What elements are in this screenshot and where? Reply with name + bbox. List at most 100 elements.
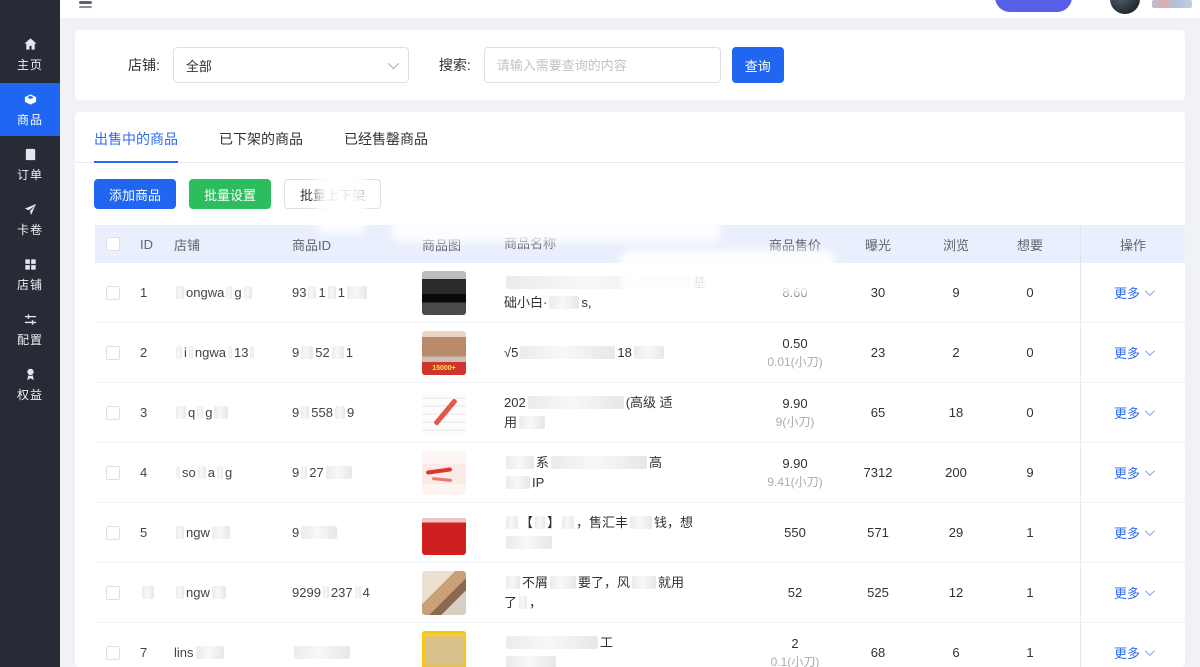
tab-0[interactable]: 出售中的商品 bbox=[94, 112, 178, 162]
table-row: 4soag927系高IP9.909.41(小刀)73122009更多 bbox=[95, 443, 1185, 503]
text-fragment: 9 bbox=[292, 405, 299, 420]
more-dropdown[interactable]: 更多 bbox=[1114, 283, 1152, 302]
more-dropdown[interactable]: 更多 bbox=[1114, 643, 1152, 662]
search-input[interactable] bbox=[484, 47, 721, 83]
row-checkbox[interactable] bbox=[106, 586, 120, 600]
cell-product-name: 工 bbox=[504, 633, 752, 667]
search-label: 搜索: bbox=[439, 55, 471, 75]
row-checkbox[interactable] bbox=[106, 406, 120, 420]
add-product-button[interactable]: 添加商品 bbox=[94, 179, 176, 209]
text-fragment: 3 bbox=[140, 405, 147, 420]
text-fragment: 1 bbox=[140, 285, 147, 300]
more-dropdown[interactable]: 更多 bbox=[1114, 583, 1152, 602]
row-checkbox[interactable] bbox=[106, 646, 120, 660]
sidebar-item-cards[interactable]: 卡卷 bbox=[0, 193, 60, 246]
query-button[interactable]: 查询 bbox=[732, 47, 784, 83]
sidebar-item-rights[interactable]: 权益 bbox=[0, 358, 60, 411]
avatar[interactable] bbox=[1110, 0, 1140, 14]
text-fragment: 237 bbox=[331, 585, 353, 600]
text-fragment: 93 bbox=[292, 285, 306, 300]
product-thumbnail[interactable] bbox=[422, 271, 466, 315]
text-fragment: 27 bbox=[309, 465, 323, 480]
product-thumbnail[interactable]: 15000+ bbox=[422, 331, 466, 375]
batch-set-button[interactable]: 批量设置 bbox=[189, 179, 271, 209]
select-all-checkbox[interactable] bbox=[106, 237, 120, 251]
cell-shop: ingwa13 bbox=[174, 345, 292, 360]
text-fragment: 了 bbox=[504, 595, 517, 610]
batch-updown-button[interactable]: 批量上下架 bbox=[284, 179, 381, 209]
text-fragment: 要了，风 bbox=[578, 575, 630, 590]
shop-select[interactable]: 全部 bbox=[173, 47, 409, 83]
product-thumbnail[interactable] bbox=[422, 511, 466, 555]
table-row: 5ngw9【】，售汇丰钱，想550571291更多 bbox=[95, 503, 1185, 563]
tab-1[interactable]: 已下架的商品 bbox=[219, 112, 303, 162]
product-thumbnail[interactable] bbox=[422, 451, 466, 495]
text-fragment: 【 bbox=[520, 515, 533, 530]
text-fragment: so bbox=[182, 465, 196, 480]
text-fragment: 础小白· bbox=[504, 295, 547, 310]
topbar-primary-button[interactable] bbox=[995, 0, 1072, 12]
redaction-bar bbox=[550, 576, 576, 589]
cell-product-name: 不屑要了，风就用了， bbox=[504, 573, 752, 613]
sidebar-item-shop[interactable]: 店铺 bbox=[0, 248, 60, 301]
cell-exposure: 68 bbox=[838, 645, 918, 660]
text-fragment: (高级 适 bbox=[626, 395, 673, 410]
home-icon bbox=[23, 37, 38, 52]
more-dropdown[interactable]: 更多 bbox=[1114, 523, 1152, 542]
more-dropdown[interactable]: 更多 bbox=[1114, 343, 1152, 362]
header-name: 商品名称 bbox=[504, 234, 752, 254]
hamburger-menu-icon[interactable] bbox=[79, 1, 92, 4]
redaction-bar bbox=[520, 346, 615, 359]
cell-product-name: 202(高级 适用 bbox=[504, 393, 752, 433]
sidebar-item-orders[interactable]: 订单 bbox=[0, 138, 60, 191]
cell-views: 18 bbox=[918, 405, 994, 420]
cell-shop: ongwag bbox=[174, 285, 292, 300]
cell-wants: 9 bbox=[994, 465, 1066, 480]
redaction-bar bbox=[176, 586, 184, 599]
cell-id: 3 bbox=[134, 405, 174, 420]
more-dropdown[interactable]: 更多 bbox=[1114, 463, 1152, 482]
thumbnail-band-text: 15000+ bbox=[422, 362, 466, 375]
product-thumbnail[interactable] bbox=[422, 391, 466, 435]
text-fragment: g bbox=[225, 465, 232, 480]
cell-shop: lins bbox=[174, 645, 292, 660]
cell-shop: soag bbox=[174, 465, 292, 480]
redaction-bar bbox=[198, 466, 206, 479]
sidebar-item-config[interactable]: 配置 bbox=[0, 303, 60, 356]
sidebar-item-home[interactable]: 主页 bbox=[0, 28, 60, 81]
cell-id bbox=[134, 585, 174, 600]
redaction-bar bbox=[519, 596, 527, 609]
redaction-bar bbox=[506, 536, 552, 549]
header-shop: 店铺 bbox=[174, 235, 292, 254]
text-fragment: √5 bbox=[504, 345, 518, 360]
text-fragment: 】 bbox=[547, 515, 560, 530]
more-dropdown[interactable]: 更多 bbox=[1114, 403, 1152, 422]
sidebar-item-goods[interactable]: 商品 bbox=[0, 83, 60, 136]
tab-2[interactable]: 已经售罄商品 bbox=[344, 112, 428, 162]
redaction-bar bbox=[634, 346, 664, 359]
redaction-bar bbox=[189, 346, 193, 359]
product-thumbnail[interactable] bbox=[422, 631, 466, 667]
redaction-bar bbox=[347, 286, 367, 299]
header-action: 操作 bbox=[1080, 225, 1185, 263]
redaction-bar bbox=[294, 646, 350, 659]
row-checkbox[interactable] bbox=[106, 526, 120, 540]
orders-icon bbox=[23, 147, 38, 162]
cell-product-name: 基础小白·s, bbox=[504, 273, 752, 313]
redaction-bar bbox=[250, 346, 254, 359]
row-checkbox[interactable] bbox=[106, 286, 120, 300]
redaction-bar bbox=[244, 286, 252, 299]
text-fragment: 用 bbox=[504, 415, 517, 430]
config-icon bbox=[23, 312, 38, 327]
redaction-bar bbox=[196, 646, 224, 659]
row-checkbox[interactable] bbox=[106, 466, 120, 480]
row-checkbox[interactable] bbox=[106, 346, 120, 360]
redaction-bar bbox=[506, 516, 518, 529]
cell-shop: qg bbox=[174, 405, 292, 420]
text-fragment: 4 bbox=[140, 465, 147, 480]
redaction-bar bbox=[535, 516, 545, 529]
redaction-bar bbox=[301, 406, 309, 419]
header-id: ID bbox=[134, 237, 174, 252]
text-fragment: ， bbox=[529, 595, 542, 610]
product-thumbnail[interactable] bbox=[422, 571, 466, 615]
